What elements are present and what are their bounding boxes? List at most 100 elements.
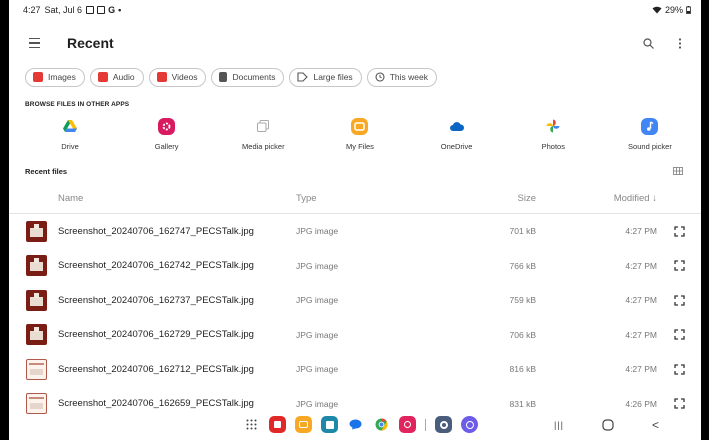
my-files-icon[interactable]	[295, 416, 312, 433]
back-key[interactable]: <	[652, 418, 659, 432]
messages-icon[interactable]	[347, 416, 364, 433]
chrome-icon[interactable]	[373, 416, 390, 433]
file-thumbnail	[26, 255, 47, 277]
gallery-icon	[158, 117, 176, 135]
file-table-header: Name Type Size Modified ↓	[9, 184, 701, 214]
table-row[interactable]: Screenshot_20240706_162712_PECSTalk.jpg …	[9, 352, 701, 387]
app-photos[interactable]: Photos	[518, 117, 588, 161]
app-sound-picker[interactable]: Sound picker	[615, 117, 685, 161]
battery-percent: 29%	[664, 5, 683, 15]
app-drive[interactable]: Drive	[35, 117, 105, 161]
home-key[interactable]	[602, 419, 614, 431]
preview-expand-icon[interactable]	[657, 398, 701, 409]
file-name: Screenshot_20240706_162659_PECSTalk.jpg	[58, 398, 254, 410]
preview-expand-icon[interactable]	[657, 364, 701, 375]
browse-apps-row: Drive Gallery Media picker My Files OneD…	[9, 117, 701, 161]
sound-picker-icon	[641, 117, 659, 135]
chip-videos[interactable]: Videos	[148, 67, 207, 87]
app-gallery[interactable]: Gallery	[132, 117, 202, 161]
document-icon	[219, 72, 228, 82]
file-type: JPG image	[296, 226, 339, 237]
tag-icon	[297, 72, 309, 82]
video-icon	[156, 72, 167, 82]
camera-icon[interactable]	[399, 416, 416, 433]
preview-expand-icon[interactable]	[657, 329, 701, 340]
file-size: 766 kB	[509, 260, 536, 271]
settings-icon[interactable]	[435, 416, 452, 433]
history-icon	[375, 72, 385, 82]
chip-this-week[interactable]: This week	[366, 67, 437, 87]
app-my-files[interactable]: My Files	[325, 117, 395, 161]
internet-icon[interactable]	[461, 416, 478, 433]
onedrive-icon	[448, 117, 466, 135]
status-time: 4:27	[23, 5, 41, 15]
file-list: Screenshot_20240706_162747_PECSTalk.jpg …	[9, 214, 701, 421]
file-type: JPG image	[296, 329, 339, 340]
file-thumbnail	[26, 358, 47, 380]
file-thumbnail	[26, 324, 47, 346]
file-name: Screenshot_20240706_162712_PECSTalk.jpg	[58, 363, 254, 375]
file-type: JPG image	[296, 364, 339, 375]
chip-large-files[interactable]: Large files	[289, 67, 362, 87]
recents-key[interactable]: |||	[554, 420, 564, 430]
status-bar: 4:27 Sat, Jul 6 G • 29%	[9, 0, 701, 20]
more-notifications-dot: •	[118, 5, 122, 15]
drive-icon	[61, 117, 79, 135]
media-picker-icon	[254, 117, 272, 135]
file-size: 759 kB	[509, 295, 536, 306]
navigation-bar: ||| <	[9, 412, 701, 440]
preview-expand-icon[interactable]	[657, 295, 701, 306]
image-icon	[33, 72, 43, 82]
file-modified: 4:27 PM	[625, 260, 657, 271]
flipboard-icon[interactable]	[269, 416, 286, 433]
chip-audio[interactable]: Audio	[89, 67, 144, 87]
search-icon[interactable]	[639, 34, 657, 52]
recent-files-label: Recent files	[25, 166, 68, 176]
file-size: 816 kB	[509, 364, 536, 375]
browse-apps-label: BROWSE FILES IN OTHER APPS	[25, 101, 130, 108]
header-size[interactable]: Size	[468, 193, 536, 204]
more-vert-icon[interactable]	[671, 34, 689, 52]
google-icon: G	[108, 5, 116, 15]
file-name: Screenshot_20240706_162737_PECSTalk.jpg	[58, 294, 254, 306]
header-modified[interactable]: Modified ↓	[536, 193, 657, 204]
filter-chips: Images Audio Videos Documents Large file…	[9, 66, 701, 88]
file-modified: 4:27 PM	[625, 226, 657, 237]
file-type: JPG image	[296, 295, 339, 306]
file-modified: 4:27 PM	[625, 329, 657, 340]
notification-icon	[86, 6, 95, 14]
file-size: 701 kB	[509, 226, 536, 237]
file-modified: 4:27 PM	[625, 364, 657, 375]
file-size: 831 kB	[509, 398, 536, 409]
apps-grid-icon[interactable]	[243, 416, 260, 433]
file-thumbnail	[26, 220, 47, 242]
calendar-icon[interactable]	[321, 416, 338, 433]
app-media-picker[interactable]: Media picker	[228, 117, 298, 161]
file-size: 706 kB	[509, 329, 536, 340]
page-title: Recent	[67, 35, 114, 51]
notification-icon	[97, 6, 106, 14]
table-row[interactable]: Screenshot_20240706_162742_PECSTalk.jpg …	[9, 249, 701, 284]
header-type[interactable]: Type	[296, 193, 468, 204]
audio-icon	[97, 72, 108, 82]
grid-view-icon[interactable]	[669, 162, 687, 180]
photos-icon	[544, 117, 562, 135]
hamburger-icon[interactable]	[29, 34, 47, 52]
preview-expand-icon[interactable]	[657, 226, 701, 237]
chip-documents[interactable]: Documents	[211, 67, 285, 87]
status-date: Sat, Jul 6	[44, 5, 83, 15]
file-modified: 4:27 PM	[625, 295, 657, 306]
table-row[interactable]: Screenshot_20240706_162737_PECSTalk.jpg …	[9, 283, 701, 318]
preview-expand-icon[interactable]	[657, 260, 701, 271]
file-type: JPG image	[296, 398, 339, 409]
file-name: Screenshot_20240706_162742_PECSTalk.jpg	[58, 260, 254, 272]
my-files-icon	[351, 117, 369, 135]
table-row[interactable]: Screenshot_20240706_162747_PECSTalk.jpg …	[9, 214, 701, 249]
header-name[interactable]: Name	[9, 193, 296, 204]
table-row[interactable]: Screenshot_20240706_162729_PECSTalk.jpg …	[9, 318, 701, 353]
file-name: Screenshot_20240706_162729_PECSTalk.jpg	[58, 329, 254, 341]
chip-images[interactable]: Images	[25, 67, 85, 87]
app-onedrive[interactable]: OneDrive	[422, 117, 492, 161]
file-thumbnail	[26, 289, 47, 311]
taskbar-dock	[243, 416, 478, 433]
